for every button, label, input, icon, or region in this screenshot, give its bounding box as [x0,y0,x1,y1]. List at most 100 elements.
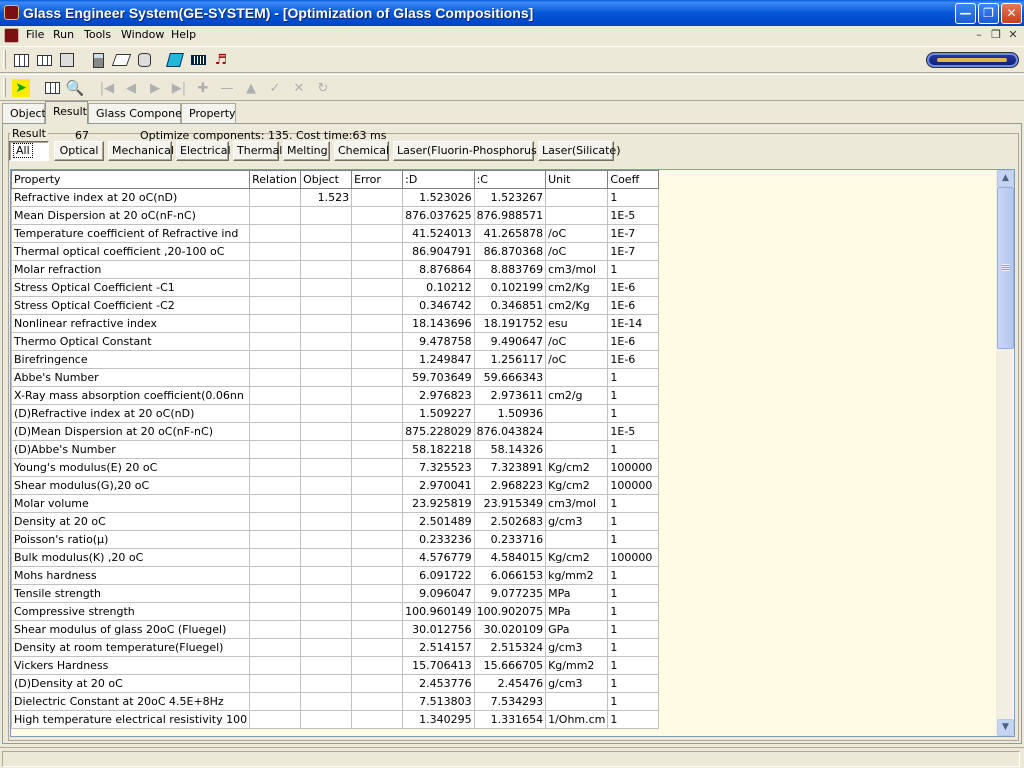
child-window-icon[interactable] [4,28,19,43]
table-cell[interactable]: Density at room temperature(Fluegel) [11,638,251,657]
table-cell[interactable]: Nonlinear refractive index [11,314,251,333]
table-cell[interactable] [300,458,353,477]
table-row[interactable]: Young's modulus(E) 20 oC 7.325523 7.323891… [11,458,660,477]
table-row[interactable]: Stress Optical Coefficient -C2 0.346742 0.… [11,296,660,315]
table-icon[interactable] [12,51,30,69]
table-cell[interactable]: 1.340295 [402,710,475,729]
table-cell[interactable] [300,278,353,297]
table-cell[interactable]: MPa [545,602,609,621]
filter-optical[interactable]: Optical [54,141,104,161]
table-cell[interactable]: 1 [607,584,660,603]
table-cell[interactable]: 23.915349 [473,494,547,513]
table-cell[interactable]: 2.514157 [402,638,475,657]
table-cell[interactable]: cm2/Kg [545,278,609,297]
table-cell[interactable]: Dielectric Constant at 20oC 4.5E+8Hz [11,692,251,711]
table-cell[interactable]: 1 [607,656,660,675]
table-cell[interactable] [545,692,609,711]
table-cell[interactable] [351,458,404,477]
table-cell[interactable] [351,692,404,711]
table-cell[interactable]: (D)Refractive index at 20 oC(nD) [11,404,251,423]
tab-result[interactable]: Result [45,101,88,124]
table-cell[interactable]: 876.043824 [473,422,547,441]
table-cell[interactable]: MPa [545,584,609,603]
table-row[interactable]: Temperature coefficient of Refractive in… [11,224,660,243]
table-cell[interactable]: g/cm3 [545,638,609,657]
table-cell[interactable] [249,458,302,477]
table-cell[interactable]: 1E-14 [607,314,660,333]
table-cell[interactable]: 59.666343 [473,368,547,387]
table-cell[interactable]: g/cm3 [545,674,609,693]
table-cell[interactable]: 86.904791 [402,242,475,261]
table-cell[interactable] [300,350,353,369]
table-cell[interactable] [300,404,353,423]
table-cell[interactable]: 9.478758 [402,332,475,351]
table-cell[interactable] [249,260,302,279]
results-grid[interactable]: Property Relation Object Error:D:C Unit Coeff… [10,169,1015,737]
table-cell[interactable]: 9.096047 [402,584,475,603]
table-cell[interactable]: 0.233716 [473,530,547,549]
menu-tools[interactable]: Tools [84,28,111,41]
table-cell[interactable]: 9.077235 [473,584,547,603]
table-cell[interactable]: 7.325523 [402,458,475,477]
table-cell[interactable] [351,422,404,441]
table-row[interactable]: Birefringence 1.249847 1.256117/oC 1E-6 [11,350,660,369]
table-cell[interactable]: 1E-6 [607,332,660,351]
table-cell[interactable] [545,206,609,225]
tab-object[interactable]: Object [2,103,46,123]
table-cell[interactable]: /oC [545,242,609,261]
table-cell[interactable]: 2.970041 [402,476,475,495]
table-row[interactable]: Poisson's ratio(μ) 0.233236 0.233716 1 [11,530,660,549]
table-cell[interactable]: 876.988571 [473,206,547,225]
documents-icon[interactable] [58,51,76,69]
table-cell[interactable] [249,602,302,621]
table-row[interactable]: Molar volume 23.925819 23.915349 cm3/mol 1 [11,494,660,513]
table-cell[interactable]: 0.233236 [402,530,475,549]
table-row[interactable]: Shear modulus of glass 20oC (Fluegel) 30.… [11,620,660,639]
table-cell[interactable] [351,512,404,531]
restore-button[interactable]: ❐ [978,3,999,24]
table-cell[interactable]: Temperature coefficient of Refractive in… [11,224,251,243]
database-icon[interactable] [135,51,153,69]
menu-window[interactable]: Window [121,28,164,41]
table-cell[interactable]: Shear modulus(G),20 oC [11,476,251,495]
table-cell[interactable]: 23.925819 [402,494,475,513]
table-cell[interactable]: 0.346851 [473,296,547,315]
table-cell[interactable] [249,188,302,207]
table-cell[interactable]: Poisson's ratio(μ) [11,530,251,549]
filter-laser-silicate[interactable]: Laser(Silicate) [538,141,621,161]
table-cell[interactable] [545,188,609,207]
table-row[interactable]: Mohs hardness 6.091722 6.066153 kg/mm2 1 [11,566,660,585]
table-cell[interactable] [249,656,302,675]
table-cell[interactable]: 59.703649 [402,368,475,387]
column-header[interactable]: :D [402,170,475,189]
table-cell[interactable]: 1 [607,566,660,585]
table-cell[interactable]: 876.037625 [402,206,475,225]
table-cell[interactable]: (D)Mean Dispersion at 20 oC(nF-nC) [11,422,251,441]
table-cell[interactable] [351,638,404,657]
table-cell[interactable] [300,386,353,405]
table-row[interactable]: Mean Dispersion at 20 oC(nF-nC) 876.03762… [11,206,660,225]
table-cell[interactable]: Stress Optical Coefficient -C2 [11,296,251,315]
table-cell[interactable] [351,530,404,549]
table-cell[interactable]: esu [545,314,609,333]
table-cell[interactable]: 2.502683 [473,512,547,531]
table-cell[interactable] [249,350,302,369]
child-close-icon[interactable]: ✕ [1006,28,1020,42]
table-cell[interactable]: Abbe's Number [11,368,251,387]
table-cell[interactable] [351,296,404,315]
table-cell[interactable]: Mean Dispersion at 20 oC(nF-nC) [11,206,251,225]
table-cell[interactable]: 1 [607,638,660,657]
table-cell[interactable]: 1 [607,512,660,531]
table-cell[interactable]: kg/mm2 [545,566,609,585]
table-cell[interactable] [300,512,353,531]
table-row[interactable]: Density at 20 oC 2.501489 2.502683 g/cm3 1 [11,512,660,531]
form-icon[interactable] [35,51,53,69]
table-cell[interactable] [249,530,302,549]
table-cell[interactable] [351,548,404,567]
table-cell[interactable]: 1 [607,602,660,621]
table-cell[interactable] [351,674,404,693]
table-cell[interactable] [351,314,404,333]
filter-all[interactable]: All [9,141,49,161]
table-cell[interactable]: X-Ray mass absorption coefficient(0.06nn [11,386,251,405]
table-cell[interactable]: Kg/cm2 [545,458,609,477]
